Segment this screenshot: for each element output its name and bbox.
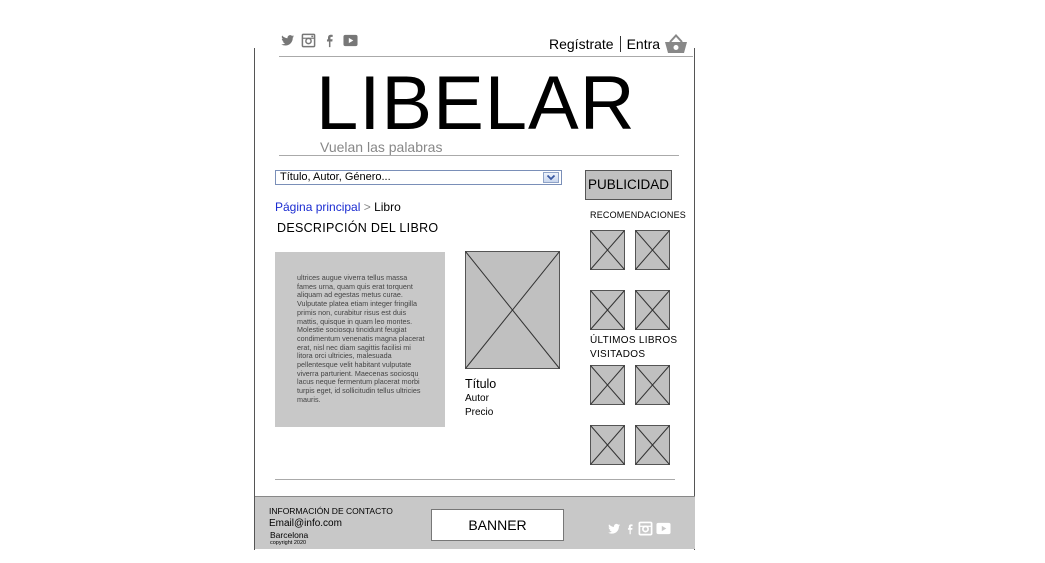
recommendation-thumbnail[interactable] bbox=[635, 290, 670, 330]
facebook-icon[interactable] bbox=[624, 522, 636, 536]
youtube-icon[interactable] bbox=[343, 33, 358, 48]
site-tagline: Vuelan las palabras bbox=[320, 139, 443, 155]
header-bottom-divider bbox=[279, 155, 679, 156]
facebook-icon[interactable] bbox=[322, 33, 337, 48]
description-text: ultrices augue viverra tellus massa fame… bbox=[297, 274, 425, 404]
description-box: ultrices augue viverra tellus massa fame… bbox=[275, 252, 445, 427]
banner-box[interactable]: BANNER bbox=[431, 509, 564, 541]
recommendations-title: RECOMENDACIONES bbox=[590, 210, 687, 220]
copyright-text: copyright 2020 bbox=[270, 540, 307, 546]
instagram-icon[interactable] bbox=[301, 33, 316, 48]
youtube-icon[interactable] bbox=[655, 521, 672, 536]
advertising-box[interactable]: PUBLICIDAD bbox=[585, 170, 672, 200]
register-link[interactable]: Regístrate bbox=[549, 36, 614, 52]
contact-title: INFORMACIÓN DE CONTACTO bbox=[269, 506, 393, 516]
contact-city: Barcelona bbox=[270, 530, 309, 540]
login-link[interactable]: Entra bbox=[627, 36, 660, 52]
recent-book-thumbnail[interactable] bbox=[635, 425, 670, 465]
instagram-icon[interactable] bbox=[638, 521, 653, 536]
recent-book-thumbnail[interactable] bbox=[590, 425, 625, 465]
divider bbox=[619, 36, 621, 52]
header-social-icons bbox=[280, 33, 358, 48]
breadcrumb-separator: > bbox=[363, 200, 371, 214]
site-logo[interactable]: LIBELAR bbox=[316, 66, 636, 142]
search-value: Título, Autor, Género... bbox=[280, 171, 391, 183]
breadcrumb: Página principal > Libro bbox=[275, 200, 401, 214]
content-bottom-divider bbox=[275, 479, 675, 480]
section-title: DESCRIPCIÓN DEL LIBRO bbox=[277, 221, 439, 235]
twitter-icon[interactable] bbox=[606, 522, 622, 536]
recommendation-thumbnail[interactable] bbox=[635, 230, 670, 270]
recent-book-thumbnail[interactable] bbox=[590, 365, 625, 405]
twitter-icon[interactable] bbox=[280, 33, 295, 48]
recommendation-thumbnail[interactable] bbox=[590, 290, 625, 330]
book-price: Precio bbox=[465, 407, 494, 418]
account-links: Regístrate Entra bbox=[549, 34, 688, 54]
recently-viewed-title: ÚLTIMOS LIBROS VISITADOS bbox=[590, 335, 678, 360]
breadcrumb-home-link[interactable]: Página principal bbox=[275, 200, 360, 214]
search-dropdown[interactable]: Título, Autor, Género... bbox=[275, 170, 562, 185]
recommendation-thumbnail[interactable] bbox=[590, 230, 625, 270]
book-cover-image[interactable] bbox=[465, 251, 560, 369]
header-divider bbox=[279, 56, 693, 57]
breadcrumb-current: Libro bbox=[374, 200, 401, 214]
contact-email[interactable]: Email@info.com bbox=[269, 518, 342, 529]
footer-social-icons bbox=[606, 521, 672, 536]
chevron-down-icon[interactable] bbox=[543, 172, 559, 183]
basket-icon[interactable] bbox=[664, 34, 688, 54]
book-author: Autor bbox=[465, 393, 489, 404]
recent-book-thumbnail[interactable] bbox=[635, 365, 670, 405]
book-title: Título bbox=[465, 377, 497, 391]
